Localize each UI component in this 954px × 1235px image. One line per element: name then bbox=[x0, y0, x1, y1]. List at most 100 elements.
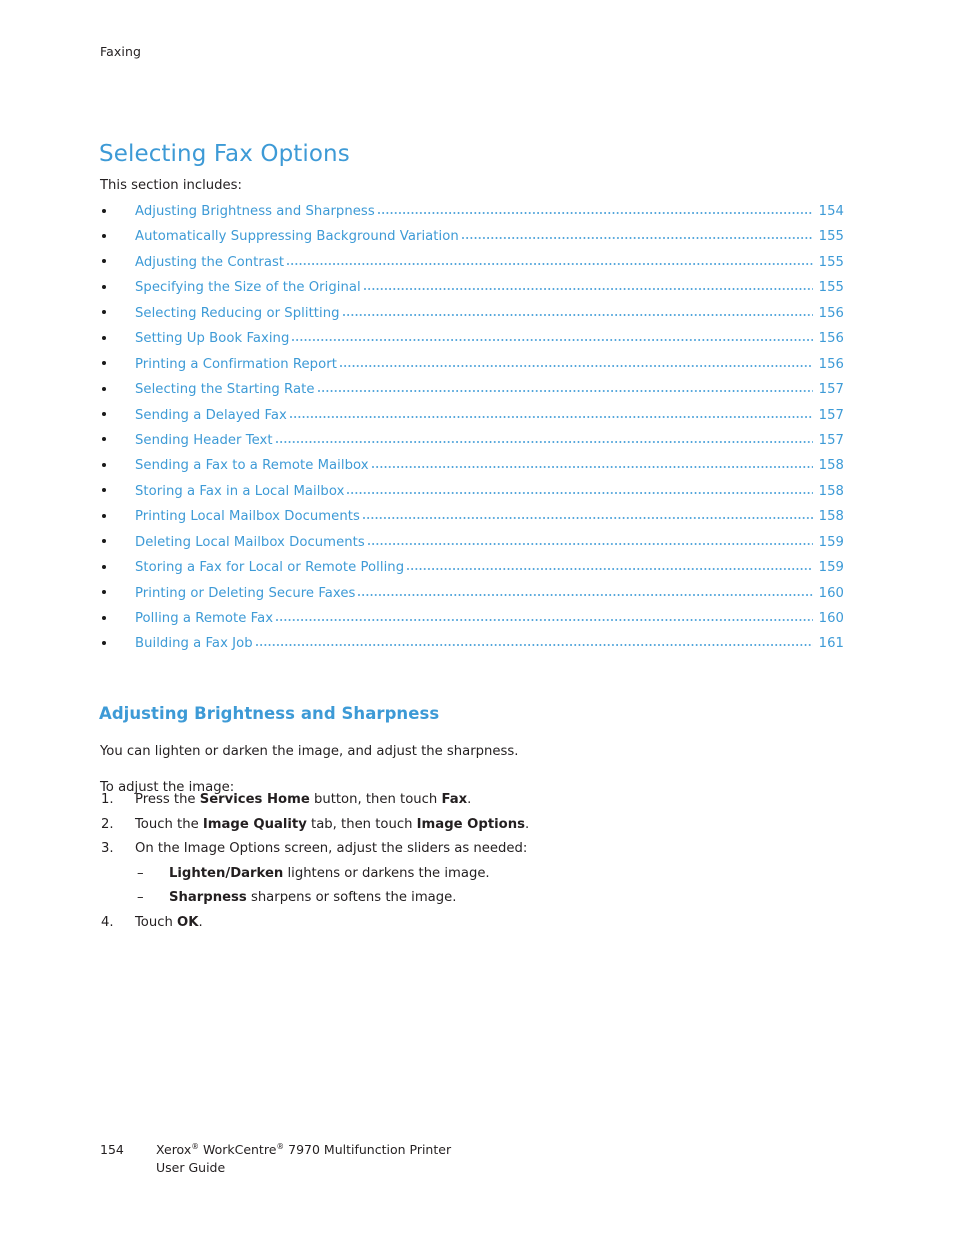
toc-entry[interactable]: Setting Up Book Faxing 156 bbox=[100, 329, 844, 354]
toc-entry-page-number[interactable]: 156 bbox=[814, 331, 844, 346]
toc-leader-dots bbox=[407, 558, 813, 571]
toc-leader-dots bbox=[255, 634, 814, 647]
substep-text: Lighten/Darken lightens or darkens the i… bbox=[169, 865, 490, 881]
bullet-icon bbox=[102, 233, 106, 238]
toc-entry-page-number[interactable]: 155 bbox=[814, 229, 844, 244]
toc-entry-label[interactable]: Storing a Fax in a Local Mailbox bbox=[135, 484, 344, 499]
toc-leader-dots bbox=[461, 227, 814, 240]
toc-entry-page-number[interactable]: 159 bbox=[814, 535, 844, 550]
toc-entry-label[interactable]: Adjusting the Contrast bbox=[135, 255, 284, 270]
toc-entry-label[interactable]: Sending a Fax to a Remote Mailbox bbox=[135, 458, 369, 473]
procedure-step: 2. Touch the Image Quality tab, then touc… bbox=[100, 815, 800, 840]
footer-document-title: Xerox® WorkCentre® 7970 Multifunction Pr… bbox=[156, 1141, 451, 1177]
bullet-icon bbox=[102, 208, 106, 213]
section-heading: Adjusting Brightness and Sharpness bbox=[99, 703, 440, 723]
toc-entry[interactable]: Storing a Fax in a Local Mailbox 158 bbox=[100, 482, 844, 507]
toc-entry-page-number[interactable]: 154 bbox=[814, 204, 844, 219]
toc-entry-page-number[interactable]: 158 bbox=[814, 484, 844, 499]
toc-entry-label[interactable]: Storing a Fax for Local or Remote Pollin… bbox=[135, 560, 404, 575]
toc-entry[interactable]: Storing a Fax for Local or Remote Pollin… bbox=[100, 558, 844, 583]
bullet-icon bbox=[102, 412, 106, 416]
toc-leader-dots bbox=[371, 456, 814, 469]
toc-entry[interactable]: Polling a Remote Fax 160 bbox=[100, 609, 844, 634]
section-intro-text: This section includes: bbox=[100, 178, 242, 193]
toc-leader-dots bbox=[317, 380, 814, 393]
toc-entry-label[interactable]: Automatically Suppressing Background Var… bbox=[135, 229, 459, 244]
bullet-icon bbox=[102, 564, 106, 569]
toc-entry-label[interactable]: Polling a Remote Fax bbox=[135, 611, 273, 626]
toc-entry[interactable]: Selecting the Starting Rate 157 bbox=[100, 380, 844, 405]
toc-entry-page-number[interactable]: 155 bbox=[814, 255, 844, 270]
toc-entry-page-number[interactable]: 157 bbox=[814, 382, 844, 397]
toc-entry[interactable]: Sending a Fax to a Remote Mailbox 158 bbox=[100, 456, 844, 481]
toc-leader-dots bbox=[276, 609, 813, 622]
toc-leader-dots bbox=[347, 482, 813, 495]
toc-entry-page-number[interactable]: 155 bbox=[814, 280, 844, 295]
toc-entry-label[interactable]: Sending Header Text bbox=[135, 433, 273, 448]
toc-entry[interactable]: Adjusting the Contrast 155 bbox=[100, 253, 844, 278]
toc-entry-page-number[interactable]: 158 bbox=[814, 509, 844, 524]
toc-entry[interactable]: Printing a Confirmation Report 156 bbox=[100, 355, 844, 380]
procedure-step: 4. Touch OK. bbox=[100, 913, 800, 938]
toc-entry[interactable]: Printing or Deleting Secure Faxes 160 bbox=[100, 584, 844, 609]
toc-entry[interactable]: Specifying the Size of the Original 155 bbox=[100, 278, 844, 303]
toc-entry[interactable]: Deleting Local Mailbox Documents 159 bbox=[100, 533, 844, 558]
bullet-icon bbox=[102, 539, 106, 544]
procedure-substep: – Lighten/Darken lightens or darkens the … bbox=[100, 864, 800, 889]
bullet-icon bbox=[102, 335, 106, 340]
toc-entry-label[interactable]: Printing a Confirmation Report bbox=[135, 357, 337, 372]
table-of-contents: Adjusting Brightness and Sharpness 154 Aut… bbox=[100, 202, 844, 660]
toc-entry[interactable]: Building a Fax Job 161 bbox=[100, 634, 844, 659]
toc-entry-label[interactable]: Printing or Deleting Secure Faxes bbox=[135, 586, 355, 601]
running-header: Faxing bbox=[100, 44, 142, 59]
toc-entry-page-number[interactable]: 160 bbox=[814, 586, 844, 601]
procedure-substep: – Sharpness sharpens or softens the image… bbox=[100, 888, 800, 913]
toc-entry[interactable]: Adjusting Brightness and Sharpness 154 bbox=[100, 202, 844, 227]
toc-entry[interactable]: Sending a Delayed Fax 157 bbox=[100, 406, 844, 431]
toc-leader-dots bbox=[363, 278, 814, 291]
bullet-icon bbox=[102, 640, 106, 645]
step-text: Touch the Image Quality tab, then touch … bbox=[135, 816, 530, 832]
footer-title-line: Xerox® WorkCentre® 7970 Multifunction Pr… bbox=[156, 1141, 452, 1157]
toc-leader-dots bbox=[367, 533, 814, 546]
footer-page-number: 154 bbox=[100, 1142, 124, 1157]
toc-leader-dots bbox=[339, 355, 814, 368]
section-paragraph-1: You can lighten or darken the image, and… bbox=[100, 744, 519, 760]
toc-entry[interactable]: Selecting Reducing or Splitting 156 bbox=[100, 304, 844, 329]
toc-entry-label[interactable]: Specifying the Size of the Original bbox=[135, 280, 361, 295]
bullet-icon bbox=[102, 361, 106, 366]
toc-entry-page-number[interactable]: 160 bbox=[814, 611, 844, 626]
toc-leader-dots bbox=[377, 202, 814, 215]
toc-leader-dots bbox=[275, 431, 814, 444]
toc-leader-dots bbox=[287, 253, 813, 266]
toc-entry[interactable]: Automatically Suppressing Background Var… bbox=[100, 227, 844, 252]
bullet-icon bbox=[102, 310, 106, 315]
bullet-icon bbox=[102, 437, 106, 442]
substep-dash-marker: – bbox=[137, 865, 144, 881]
bullet-icon bbox=[102, 284, 106, 289]
toc-entry-page-number[interactable]: 157 bbox=[814, 408, 844, 423]
step-number: 1. bbox=[101, 792, 114, 807]
toc-entry-label[interactable]: Sending a Delayed Fax bbox=[135, 408, 287, 423]
toc-entry[interactable]: Printing Local Mailbox Documents 158 bbox=[100, 507, 844, 532]
toc-entry-label[interactable]: Adjusting Brightness and Sharpness bbox=[135, 204, 375, 219]
toc-entry-label[interactable]: Printing Local Mailbox Documents bbox=[135, 509, 360, 524]
toc-entry-label[interactable]: Deleting Local Mailbox Documents bbox=[135, 535, 365, 550]
toc-entry-page-number[interactable]: 159 bbox=[814, 560, 844, 575]
toc-entry-label[interactable]: Building a Fax Job bbox=[135, 636, 253, 651]
toc-entry-page-number[interactable]: 157 bbox=[814, 433, 844, 448]
toc-entry-label[interactable]: Selecting Reducing or Splitting bbox=[135, 306, 340, 321]
toc-leader-dots bbox=[292, 329, 813, 342]
step-text: Press the Services Home button, then tou… bbox=[135, 792, 472, 807]
procedure-step: 3. On the Image Options screen, adjust th… bbox=[100, 839, 800, 864]
toc-entry[interactable]: Sending Header Text 157 bbox=[100, 431, 844, 456]
procedure-steps: 1. Press the Services Home button, then t… bbox=[100, 790, 800, 938]
toc-entry-label[interactable]: Selecting the Starting Rate bbox=[135, 382, 315, 397]
step-number: 2. bbox=[101, 816, 114, 832]
toc-leader-dots bbox=[362, 507, 814, 520]
toc-entry-label[interactable]: Setting Up Book Faxing bbox=[135, 331, 289, 346]
toc-entry-page-number[interactable]: 161 bbox=[814, 636, 844, 651]
toc-entry-page-number[interactable]: 158 bbox=[814, 458, 844, 473]
toc-entry-page-number[interactable]: 156 bbox=[814, 306, 844, 321]
toc-entry-page-number[interactable]: 156 bbox=[814, 357, 844, 372]
